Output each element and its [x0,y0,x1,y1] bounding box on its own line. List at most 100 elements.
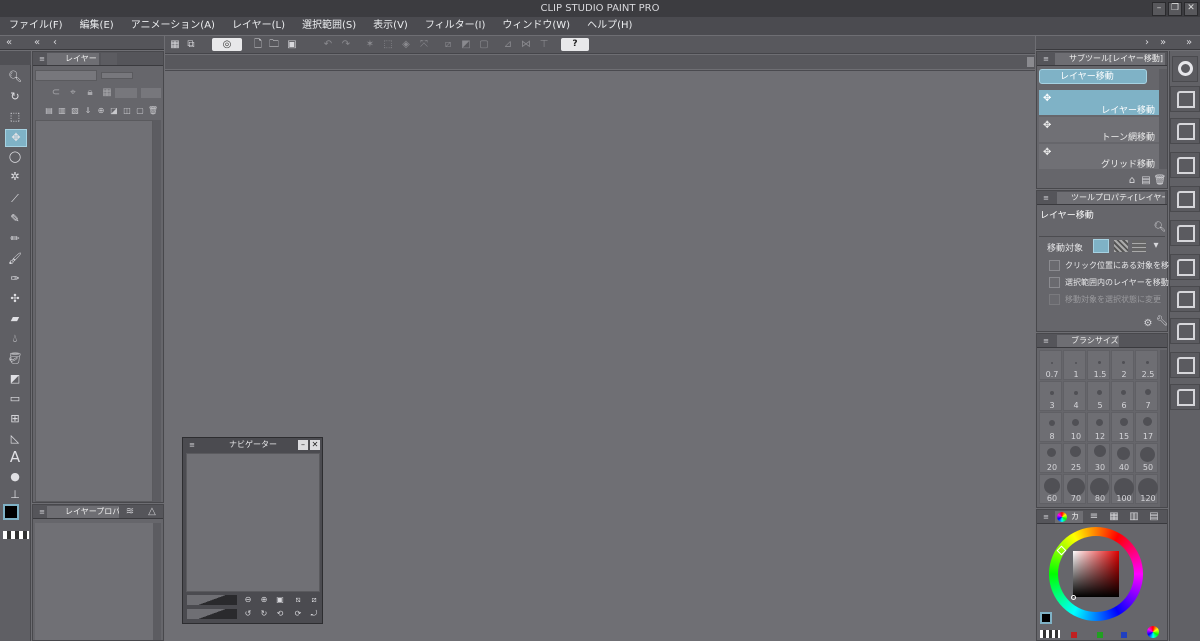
airbrush-tool-icon[interactable]: ✑ [6,271,24,287]
gradient-tool-icon[interactable]: ◩ [6,371,24,387]
saturation-value-square[interactable] [1073,551,1119,597]
expand-right-icon[interactable]: » [1156,36,1170,50]
material-manga-button[interactable] [1170,186,1200,212]
text-tool-icon[interactable]: A [6,449,24,465]
zoom-slider[interactable] [187,595,237,605]
brush-size-cell[interactable]: 20 [1039,443,1062,473]
brush-size-cell[interactable]: 2.5 [1135,350,1158,380]
tab-subtool[interactable]: サブツール[レイヤー移動] [1055,53,1165,65]
brush-size-cell[interactable]: 30 [1087,443,1110,473]
foreground-color-swatch[interactable] [1040,612,1052,624]
panel-menu-icon[interactable]: ≡ [1039,52,1053,66]
checkbox[interactable] [1049,277,1060,288]
brush-size-cell[interactable]: 40 [1111,443,1134,473]
clear-outside-icon[interactable]: ⬚ [381,38,395,52]
decoration-tool-icon[interactable]: ✣ [6,291,24,307]
menu-window[interactable]: ウィンドウ(W) [493,17,578,35]
navigator-titlebar[interactable]: ≡ ナビゲーター – ✕ [183,438,322,452]
merge-down-icon[interactable]: ⊕ [95,104,107,118]
figure-tool-icon[interactable]: ▭ [6,391,24,407]
move-layer-tool-icon[interactable]: ✥ [5,129,27,147]
zoom-out-icon[interactable]: ⊖ [241,593,255,607]
brush-size-grid[interactable]: 0.7 1 1.5 2 2.5 3 4 5 6 7 8 10 12 15 17 20 25 30 40 50 60 70 8… [1039,350,1167,507]
reset-rotation-icon[interactable]: ⟲ [273,607,287,621]
menu-edit[interactable]: 編集(E) [71,17,122,35]
brush-tool-icon[interactable]: 🖌︎ [6,251,24,267]
brush-size-cell[interactable]: 60 [1039,474,1062,504]
panel-menu-icon[interactable]: ≡ [1039,334,1053,348]
panel-menu-icon[interactable]: ≡ [1039,191,1053,205]
blend-tool-icon[interactable]: 💧︎ [6,331,24,347]
redo-icon[interactable]: ↷ [339,38,353,52]
rotate-cw-icon[interactable]: ⤾ [307,607,321,621]
tab-layer-search[interactable] [101,53,117,65]
option-click-position[interactable]: クリック位置にある対象を移動 [1049,260,1177,271]
new-window-icon[interactable]: ⧉ [184,38,198,52]
transparent-swatch[interactable] [1040,630,1060,638]
tab-intermediate-color-icon[interactable]: ▥ [1127,510,1141,524]
rotation-slider[interactable] [187,609,237,619]
minimize-button[interactable]: – [1152,2,1166,16]
blend-mode-select[interactable] [35,70,97,81]
fill-icon[interactable]: ◈ [399,38,413,52]
checkbox[interactable] [1049,260,1060,271]
material-download-button[interactable] [1170,384,1200,410]
brush-size-scrollbar[interactable] [1160,350,1167,507]
color-mode-icon[interactable] [1147,626,1159,638]
search-panel-button[interactable] [1172,56,1198,82]
menu-animation[interactable]: アニメーション(A) [122,17,223,35]
material-brush-button[interactable] [1170,318,1200,344]
color-select[interactable] [115,88,137,98]
tab-triangle-icon[interactable]: △ [145,505,159,519]
collapse-left-icon[interactable]: « [2,36,16,50]
brush-size-cell[interactable]: 17 [1135,412,1158,442]
lasso-tool-icon[interactable]: ◯ [6,149,24,165]
undo-icon[interactable]: ↶ [321,38,335,52]
subtool-scrollbar[interactable] [1159,69,1167,169]
menu-layer[interactable]: レイヤー(L) [223,17,293,35]
rotate-right-icon[interactable]: ↻ [257,607,271,621]
brush-size-cell[interactable]: 7 [1135,381,1158,411]
close-button[interactable]: ✕ [1184,2,1198,16]
brush-size-cell[interactable]: 80 [1087,474,1110,504]
brush-size-cell[interactable]: 25 [1063,443,1086,473]
fit-icon[interactable]: ▣ [273,593,287,607]
new-folder-icon[interactable]: ▧ [69,104,81,118]
copy-subtool-icon[interactable]: ▤ [1139,174,1153,188]
snap-special-ruler-icon[interactable]: ⋈ [519,38,533,52]
snap-ruler-icon[interactable]: ⊿ [501,38,515,52]
tab-color-slider-icon[interactable]: ≡ [1087,510,1101,524]
new-vector-layer-icon[interactable]: ▥ [56,104,68,118]
brush-size-cell[interactable]: 100 [1111,474,1134,504]
chevron-right-icon[interactable]: › [1140,36,1154,50]
material-color-pattern-button[interactable] [1170,118,1200,144]
brush-size-cell[interactable]: 8 [1039,412,1062,442]
expand-right-icon-2[interactable]: » [1182,36,1196,50]
invert-selection-icon[interactable]: ◩ [459,38,473,52]
new-raster-layer-icon[interactable]: ▤ [43,104,55,118]
lock-alpha-icon[interactable]: ▦ [100,86,114,100]
chevron-down-icon[interactable]: ▾ [1149,239,1163,253]
save-icon[interactable]: ▣ [285,38,299,52]
material-monochrome-button[interactable] [1170,152,1200,178]
eyedropper-tool-icon[interactable]: ⟋ [6,191,24,207]
tab-color-set-icon[interactable]: ▦ [1107,510,1121,524]
brush-size-cell[interactable]: 1 [1063,350,1086,380]
subtool-item[interactable]: ✥ グリッド移動 [1039,144,1159,170]
correction-tool-icon[interactable]: ⊥ [6,487,24,503]
snap-grid-icon[interactable]: ⊤ [537,38,551,52]
brush-size-cell[interactable]: 1.5 [1087,350,1110,380]
frame-tool-icon[interactable]: ⊞ [6,411,24,427]
target-tone-button[interactable] [1114,240,1128,252]
zoom-tool-icon[interactable]: 🔍︎ [6,69,24,85]
opacity-slider[interactable] [101,72,133,79]
clip-icon[interactable]: ⊂ [49,86,63,100]
restore-button[interactable]: ❐ [1168,2,1182,16]
brush-size-cell[interactable]: 120 [1135,474,1158,504]
layer-property-scrollbar[interactable] [153,523,161,640]
rotate-tool-icon[interactable]: ↻ [6,89,24,105]
delete-layer-icon[interactable]: 🗑︎ [147,104,159,118]
tab-layer-sketch-icon[interactable]: ≋ [123,505,137,519]
clear-icon[interactable]: ✶ [363,38,377,52]
canvas-scroll-button[interactable] [1027,57,1034,67]
